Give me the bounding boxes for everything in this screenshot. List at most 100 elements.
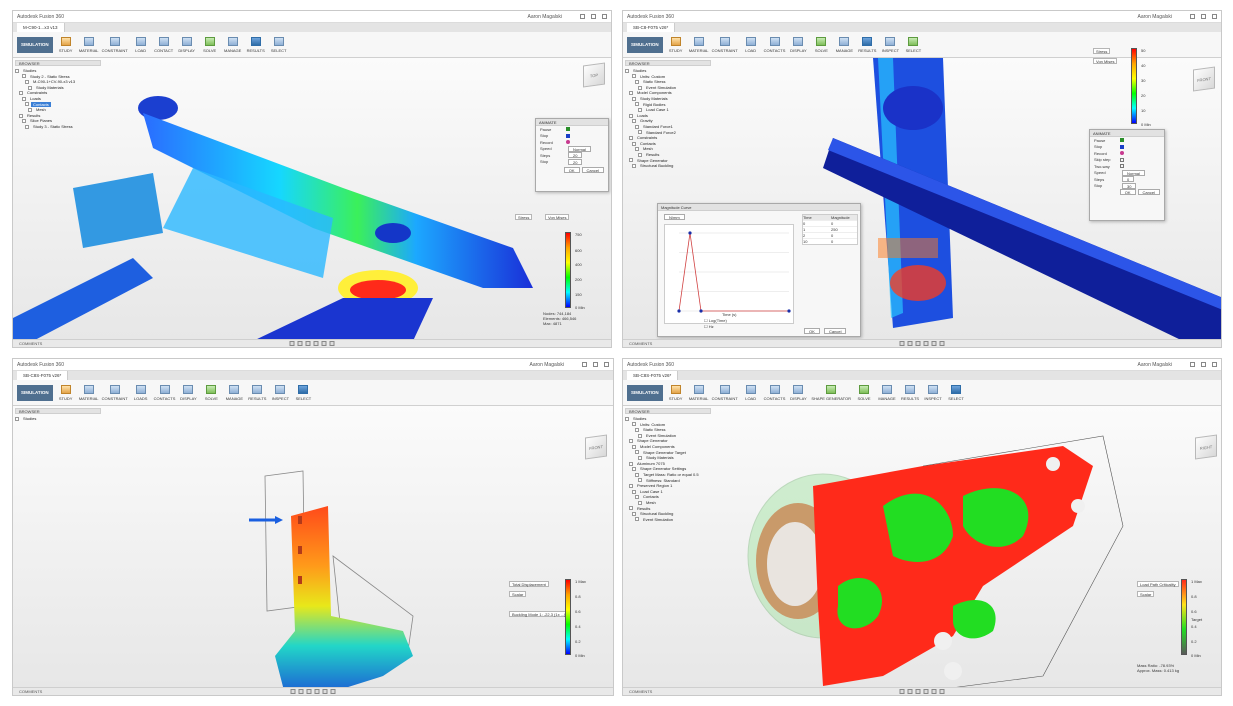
- table-row[interactable]: 10 0: [803, 238, 857, 244]
- toolbar-load[interactable]: LOAD: [741, 36, 761, 53]
- visibility-icon[interactable]: [632, 119, 636, 124]
- pause-icon[interactable]: [1120, 138, 1124, 143]
- toolbar-manage[interactable]: MANAGE: [223, 36, 243, 53]
- visibility-icon[interactable]: [635, 124, 639, 129]
- visibility-icon[interactable]: [22, 119, 26, 124]
- record-icon[interactable]: [566, 140, 570, 145]
- toolbar-select[interactable]: SELECT: [946, 384, 966, 401]
- workspace-button[interactable]: SIMULATION: [627, 384, 663, 401]
- toolbar-loads[interactable]: LOADS: [131, 384, 151, 401]
- visibility-icon[interactable]: [629, 439, 633, 444]
- speed-select[interactable]: Normal: [1122, 169, 1145, 176]
- document-tab[interactable]: M-C90-1...x3 v13: [17, 23, 65, 32]
- browser-node[interactable]: Event Simulation: [625, 517, 711, 523]
- window-controls[interactable]: [580, 14, 607, 19]
- record-icon[interactable]: [1120, 151, 1124, 156]
- close-icon[interactable]: [602, 14, 607, 19]
- user-name[interactable]: Aaron Magalski: [1138, 362, 1172, 368]
- visibility-icon[interactable]: [638, 107, 642, 112]
- toolbar-load[interactable]: LOAD: [131, 36, 151, 53]
- table-cell[interactable]: 0: [831, 221, 833, 226]
- visibility-icon[interactable]: [638, 433, 642, 438]
- magnitude-curve-plot[interactable]: [664, 224, 794, 324]
- table-cell[interactable]: 250: [831, 227, 838, 232]
- toolbar-study[interactable]: STUDY: [56, 36, 76, 53]
- visibility-icon[interactable]: [635, 102, 639, 107]
- toolbar-study[interactable]: STUDY: [666, 36, 686, 53]
- visibility-icon[interactable]: [638, 500, 642, 505]
- user-name[interactable]: Aaron Magalski: [1138, 14, 1172, 20]
- visibility-icon[interactable]: [28, 85, 32, 90]
- cancel-button[interactable]: Cancel: [824, 328, 847, 334]
- ok-button[interactable]: OK: [563, 167, 580, 174]
- toolbar-manage[interactable]: MANAGE: [224, 384, 244, 401]
- fit-icon[interactable]: [923, 689, 929, 694]
- result-component-select[interactable]: Von Mises: [1093, 58, 1118, 64]
- close-icon[interactable]: [1212, 362, 1217, 367]
- browser-header[interactable]: BROWSER: [625, 408, 711, 414]
- cancel-button[interactable]: Cancel: [581, 167, 604, 174]
- ok-button[interactable]: OK: [1119, 189, 1136, 196]
- visibility-icon[interactable]: [635, 495, 639, 500]
- visibility-icon[interactable]: [638, 130, 642, 135]
- visibility-icon[interactable]: [629, 506, 633, 511]
- zoom-icon[interactable]: [915, 341, 921, 346]
- minimize-icon[interactable]: [582, 362, 587, 367]
- visibility-icon[interactable]: [19, 113, 23, 118]
- workspace-button[interactable]: SIMULATION: [17, 384, 53, 401]
- visibility-icon[interactable]: [632, 467, 636, 472]
- toolbar-material[interactable]: MATERIAL: [689, 36, 709, 53]
- window-controls[interactable]: [1190, 14, 1217, 19]
- grid-icon[interactable]: [330, 689, 336, 694]
- close-icon[interactable]: [604, 362, 609, 367]
- toolbar-constraint[interactable]: CONSTRAINT: [712, 36, 738, 53]
- result-component-select[interactable]: Scalar: [509, 591, 527, 597]
- result-type-select[interactable]: Load Path Criticality: [1137, 581, 1179, 587]
- hz-checkbox[interactable]: ☐ Hz: [704, 324, 714, 329]
- view-cube[interactable]: RIGHT: [1195, 434, 1217, 460]
- visibility-icon[interactable]: [632, 444, 636, 449]
- toolbar-constraint[interactable]: CONSTRAINT: [712, 384, 738, 401]
- visibility-icon[interactable]: [635, 147, 639, 152]
- stop-icon[interactable]: [566, 133, 570, 138]
- stop-input[interactable]: 20: [568, 158, 583, 165]
- maximize-icon[interactable]: [1201, 14, 1206, 19]
- toolbar-constraint[interactable]: CONSTRAINT: [102, 36, 128, 53]
- visibility-icon[interactable]: [629, 135, 633, 140]
- result-type-select[interactable]: Stress: [1093, 48, 1111, 54]
- fit-icon[interactable]: [314, 689, 320, 694]
- visibility-icon[interactable]: [15, 416, 19, 421]
- visibility-icon[interactable]: [19, 91, 23, 96]
- browser-header[interactable]: BROWSER: [625, 60, 711, 66]
- minimize-icon[interactable]: [1190, 14, 1195, 19]
- visibility-icon[interactable]: [632, 163, 636, 168]
- visibility-icon[interactable]: [632, 96, 636, 101]
- result-type-select[interactable]: Stress: [515, 214, 533, 220]
- fit-icon[interactable]: [313, 341, 319, 346]
- visibility-icon[interactable]: [632, 74, 636, 79]
- buckling-mode-select[interactable]: Buckling Mode 1: -22.3 (1x ...): [509, 611, 569, 617]
- workspace-button[interactable]: SIMULATION: [627, 36, 663, 53]
- comments-label[interactable]: COMMENTS: [19, 341, 42, 346]
- zoom-icon[interactable]: [915, 689, 921, 694]
- browser-header[interactable]: BROWSER: [15, 60, 101, 66]
- result-type-select[interactable]: Total Displacement: [509, 581, 549, 587]
- steps-input[interactable]: 20: [568, 152, 583, 159]
- curve-point[interactable]: [699, 309, 703, 313]
- toolbar-material[interactable]: MATERIAL: [689, 384, 709, 401]
- visibility-icon[interactable]: [625, 68, 629, 73]
- log-time-checkbox[interactable]: ☐ Log(Time): [704, 318, 727, 323]
- toolbar-results[interactable]: RESULTS: [857, 36, 877, 53]
- result-component-select[interactable]: Scalar: [1137, 591, 1155, 597]
- orbit-icon[interactable]: [899, 689, 905, 694]
- stop-icon[interactable]: [1120, 144, 1124, 149]
- display-settings-icon[interactable]: [321, 341, 327, 346]
- view-cube[interactable]: FRONT: [585, 434, 607, 460]
- close-icon[interactable]: [1212, 14, 1217, 19]
- toolbar-display[interactable]: DISPLAY: [788, 384, 808, 401]
- pan-icon[interactable]: [907, 689, 913, 694]
- user-name[interactable]: Aaron Magalski: [530, 362, 564, 368]
- orbit-icon[interactable]: [290, 689, 296, 694]
- curve-point[interactable]: [677, 309, 681, 313]
- toolbar-display[interactable]: DISPLAY: [177, 36, 197, 53]
